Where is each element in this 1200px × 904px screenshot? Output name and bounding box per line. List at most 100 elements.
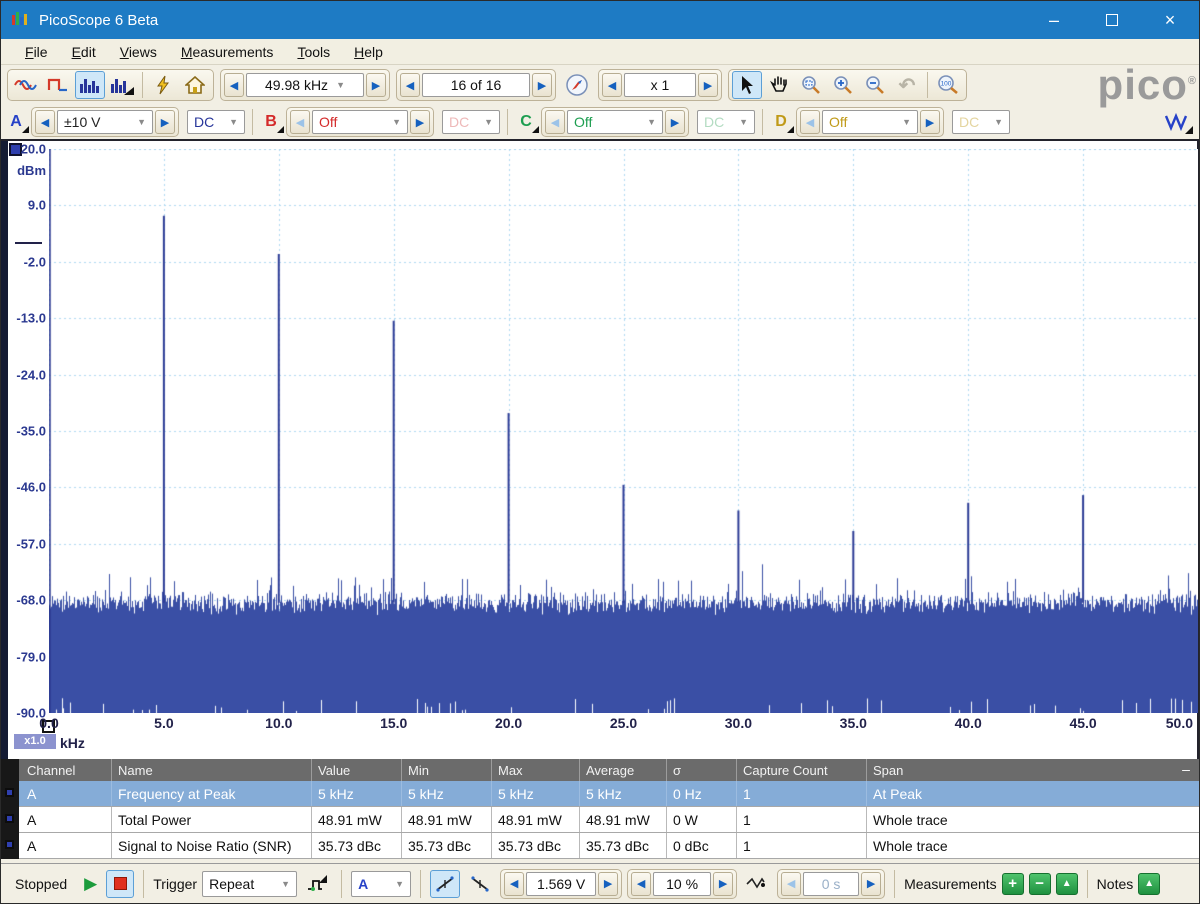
column-header-average: Average: [579, 759, 666, 781]
buffer-prev-button[interactable]: ◀: [400, 73, 420, 97]
channel-C-range-select[interactable]: Off▼: [567, 110, 663, 134]
buffer-position: 16 of 16: [422, 73, 530, 97]
stop-capture-button[interactable]: [106, 870, 134, 898]
delay-down-button[interactable]: ◀: [781, 872, 801, 896]
column-header-value: Value: [311, 759, 401, 781]
measurements-panel-button[interactable]: ▲: [1056, 873, 1078, 895]
marquee-zoom-icon[interactable]: [796, 71, 826, 99]
channel-C-coupling-select[interactable]: DC▼: [697, 110, 755, 134]
table-cell: 48.91 mW: [401, 807, 491, 832]
channel-A-range-prev-button[interactable]: ◀: [35, 110, 55, 134]
channel-B-options-button[interactable]: B: [260, 109, 282, 135]
auto-setup-icon[interactable]: [148, 71, 178, 99]
rising-edge-button[interactable]: [430, 870, 460, 898]
hand-tool-icon[interactable]: [764, 71, 794, 99]
channel-D-range-prev-button[interactable]: ◀: [800, 110, 820, 134]
signal-generator-icon[interactable]: [43, 71, 73, 99]
buffer-next-button[interactable]: ▶: [532, 73, 552, 97]
chevron-down-icon: ▼: [994, 117, 1003, 127]
persistence-view-icon[interactable]: [107, 71, 137, 99]
trigger-level-up-button[interactable]: ▶: [598, 872, 618, 896]
x-axis-scale-badge[interactable]: x1.0: [14, 734, 56, 749]
channel-A-range-next-button[interactable]: ▶: [155, 110, 175, 134]
zoom-full-icon[interactable]: 100: [933, 71, 963, 99]
delay-up-button[interactable]: ▶: [861, 872, 881, 896]
separator: [762, 109, 763, 135]
collapse-table-button[interactable]: –: [1179, 763, 1193, 777]
zoom-out-icon[interactable]: [860, 71, 890, 99]
menu-item-file[interactable]: File: [13, 42, 60, 62]
remove-measurement-button[interactable]: −: [1029, 873, 1051, 895]
spectrum-view-icon[interactable]: [75, 71, 105, 99]
undo-zoom-icon[interactable]: ↶: [892, 71, 922, 99]
falling-edge-button[interactable]: [465, 870, 495, 898]
trigger-level-down-button[interactable]: ◀: [504, 872, 524, 896]
notes-panel-button[interactable]: ▲: [1138, 873, 1160, 895]
pointer-tool-icon[interactable]: [732, 71, 762, 99]
channel-C-range-next-button[interactable]: ▶: [665, 110, 685, 134]
spectrum-plot[interactable]: [49, 149, 1198, 713]
waveform-options-button[interactable]: [1161, 108, 1195, 136]
zoom-factor-prev-button[interactable]: ◀: [602, 73, 622, 97]
channel-B-coupling-select[interactable]: DC▼: [442, 110, 500, 134]
channel-B-range-select[interactable]: Off▼: [312, 110, 408, 134]
minimize-button[interactable]: –: [1025, 1, 1083, 39]
close-button[interactable]: ×: [1141, 1, 1199, 39]
trigger-marker-icon[interactable]: [302, 870, 332, 898]
channel-A-range-select[interactable]: ±10 V▼: [57, 110, 153, 134]
channel-D-coupling-select[interactable]: DC▼: [952, 110, 1010, 134]
add-measurement-button[interactable]: +: [1002, 873, 1024, 895]
table-cell: At Peak: [866, 781, 1199, 806]
channel-B-range-next-button[interactable]: ▶: [410, 110, 430, 134]
zoom-in-icon[interactable]: [828, 71, 858, 99]
view-mode-group: [7, 69, 214, 101]
channel-D-options-button[interactable]: D: [770, 109, 792, 135]
menu-item-measurements[interactable]: Measurements: [169, 42, 286, 62]
pretrigger-down-button[interactable]: ◀: [631, 872, 651, 896]
table-cell: 35.73 dBc: [401, 833, 491, 858]
channel-A-options-button[interactable]: A: [5, 109, 27, 135]
channel-B-range-prev-button[interactable]: ◀: [290, 110, 310, 134]
channel-C-range-prev-button[interactable]: ◀: [545, 110, 565, 134]
menu-item-edit[interactable]: Edit: [60, 42, 108, 62]
column-header--: σ: [666, 759, 736, 781]
table-row[interactable]: ASignal to Noise Ratio (SNR)35.73 dBc35.…: [19, 833, 1199, 859]
pretrigger-up-button[interactable]: ▶: [713, 872, 733, 896]
spectrum-chart-region: dBm x1.0 kHz 20.09.0-2.0-13.0-24.0-35.0-…: [1, 141, 1199, 759]
trigger-channel-select[interactable]: A ▼: [351, 871, 411, 897]
start-capture-button[interactable]: ▶: [80, 874, 101, 894]
channel-A-coupling-select[interactable]: DC▼: [187, 110, 245, 134]
table-row[interactable]: ATotal Power48.91 mW48.91 mW48.91 mW48.9…: [19, 807, 1199, 833]
status-bar: Stopped ▶ Trigger Repeat ▼ A ▼: [1, 863, 1199, 903]
table-row[interactable]: AFrequency at Peak5 kHz5 kHz5 kHz5 kHz0 …: [19, 781, 1199, 807]
row-indicator-square[interactable]: [5, 814, 14, 823]
row-indicator-square[interactable]: [5, 840, 14, 849]
channel-D-range-next-button[interactable]: ▶: [920, 110, 940, 134]
channel-C-options-button[interactable]: C: [515, 109, 537, 135]
trigger-timing-icon[interactable]: [742, 870, 772, 898]
column-header-max: Max: [491, 759, 579, 781]
zoom-factor-next-button[interactable]: ▶: [698, 73, 718, 97]
trigger-mode-select[interactable]: Repeat ▼: [202, 871, 297, 897]
frequency-range-next-button[interactable]: ▶: [366, 73, 386, 97]
home-icon[interactable]: [180, 71, 210, 99]
maximize-button[interactable]: [1083, 1, 1141, 39]
buffer-overview-icon[interactable]: [562, 71, 592, 99]
menu-item-help[interactable]: Help: [342, 42, 395, 62]
y-axis-offset-marker[interactable]: [15, 242, 42, 244]
y-tick-label: -2.0: [8, 254, 46, 269]
table-cell: 1: [736, 807, 866, 832]
row-indicator-square[interactable]: [5, 788, 14, 797]
channel-D-range-select[interactable]: Off▼: [822, 110, 918, 134]
column-header-name: Name: [111, 759, 311, 781]
trigger-level-value[interactable]: 1.569 V: [526, 872, 596, 896]
pretrigger-value[interactable]: 10 %: [653, 872, 711, 896]
menu-item-tools[interactable]: Tools: [285, 42, 342, 62]
frequency-range-select[interactable]: 49.98 kHz ▼: [246, 73, 364, 97]
menu-item-views[interactable]: Views: [108, 42, 169, 62]
pico-logo: pico®: [1098, 61, 1197, 109]
scope-view-icon[interactable]: [11, 71, 41, 99]
x-tick-label: 5.0: [154, 715, 173, 731]
channel-D-range-value: Off: [829, 114, 847, 130]
frequency-range-prev-button[interactable]: ◀: [224, 73, 244, 97]
